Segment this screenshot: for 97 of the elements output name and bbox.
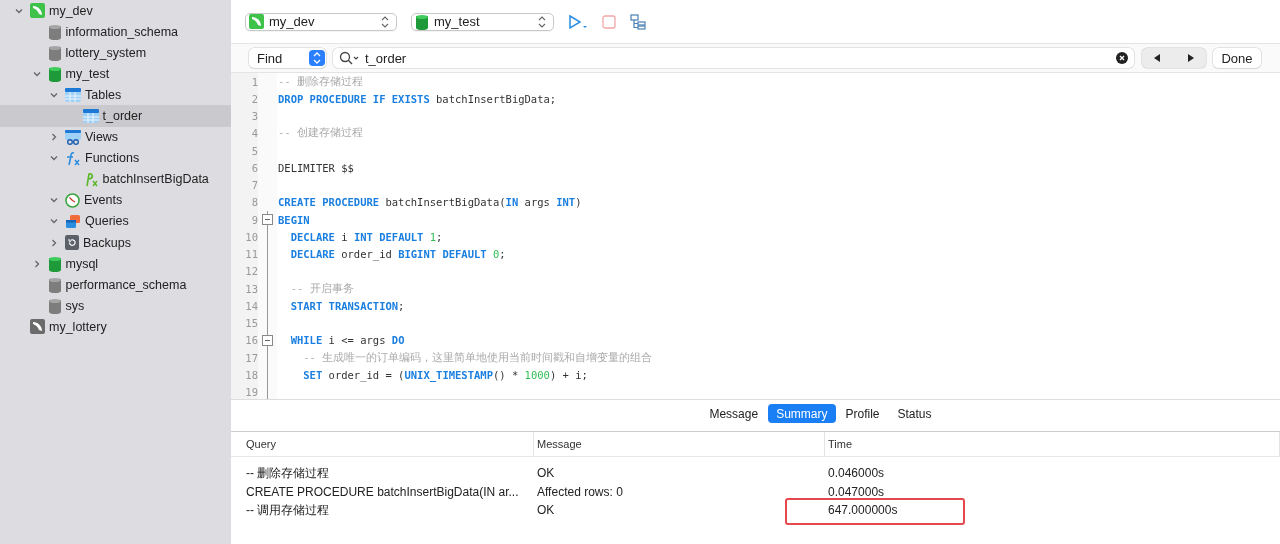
function-icon [65, 150, 81, 166]
chevron-right-icon[interactable] [50, 238, 58, 247]
diagram-icon[interactable] [630, 13, 646, 30]
table-cell-text: OK [536, 502, 556, 519]
tree-item-label[interactable]: batchInsertBigData [102, 172, 209, 187]
code-line: -- 生成唯一的订单编码，这里简单地使用当前时间戳和自增变量的组合 [302, 350, 653, 365]
find-mode-select[interactable]: Find [249, 48, 326, 68]
line-number: 10 [244, 229, 258, 245]
table-cell: 647.000000s [828, 503, 898, 517]
chevron-right-icon[interactable] [32, 259, 41, 268]
line-number: 9 [250, 212, 258, 228]
code-line: -- 开启事务 [289, 281, 354, 296]
code-line: START TRANSACTION; [289, 299, 405, 312]
table-cell: 0.047000s [828, 484, 885, 499]
clear-icon[interactable] [1116, 52, 1128, 64]
done-button[interactable]: Done [1213, 48, 1261, 68]
tree-item-label[interactable]: lottery_system [65, 45, 147, 60]
view-icon [65, 129, 81, 145]
line-number: 3 [250, 109, 258, 125]
tree-item-label[interactable]: performance_schema [65, 277, 187, 292]
clock-icon [65, 192, 80, 208]
code-line: DECLARE order_id BIGINT DEFAULT 0; [289, 248, 506, 261]
fold-icon[interactable] [262, 334, 273, 346]
table-cell-text: CREATE PROCEDURE batchInsertBigData(IN ar... [245, 483, 520, 501]
column-header: Message [534, 432, 825, 457]
chevron-down-icon[interactable] [50, 154, 58, 163]
tree-item-label[interactable]: Views [85, 130, 119, 145]
search-field[interactable]: t_order [333, 48, 1134, 68]
tree-item-label[interactable]: Backups [83, 235, 131, 250]
table-cell-text: OK [536, 465, 556, 482]
table-icon [82, 109, 99, 123]
tree-item-label[interactable]: Tables [85, 87, 122, 102]
line-number: 1 [250, 74, 258, 90]
chevron-down-icon[interactable] [32, 69, 41, 78]
search-icon[interactable] [339, 51, 359, 65]
database-select[interactable]: my_test [411, 12, 554, 31]
column-header: Time [825, 432, 1280, 457]
fold-icon[interactable] [262, 214, 273, 225]
code-line: WHILE i <= args DO [289, 334, 405, 347]
table-cell-text: -- 删除存储过程 [245, 465, 331, 482]
result-tab[interactable]: Message [701, 404, 767, 423]
column-header: Query [231, 432, 534, 457]
table-cell-text: -- 调用存储过程 [245, 502, 331, 519]
query-icon [65, 214, 81, 229]
line-number: 15 [244, 316, 258, 332]
code-line: -- 创建存储过程 [277, 126, 363, 141]
line-number: 17 [244, 350, 258, 366]
stepper-icon [537, 15, 547, 28]
tree-item-label[interactable]: t_order [102, 109, 143, 123]
result-tab[interactable]: Status [889, 404, 940, 423]
database-icon [415, 13, 429, 30]
line-number: 8 [250, 195, 258, 211]
line-number: 4 [250, 126, 258, 142]
code-line: DECLARE i INT DEFAULT 1; [289, 230, 443, 243]
code-line: -- 删除存储过程 [277, 74, 363, 89]
code-line: BEGIN [277, 213, 310, 226]
result-tab[interactable]: Summary [768, 404, 836, 423]
tree-item-label[interactable]: information_schema [65, 24, 179, 39]
tree-item-label[interactable]: my_lottery [49, 319, 107, 334]
chevron-down-icon[interactable] [50, 196, 58, 205]
connection-select[interactable]: my_dev [245, 12, 397, 31]
chevron-down-icon[interactable] [50, 90, 58, 99]
chevron-right-icon[interactable] [50, 133, 58, 142]
line-number: 13 [244, 281, 258, 297]
line-number: 6 [250, 160, 258, 176]
dolphin-icon [249, 14, 264, 29]
stop-icon[interactable] [602, 14, 616, 29]
backup-icon [65, 235, 79, 251]
tree-item-label[interactable]: Functions [85, 151, 140, 166]
tree-item-label[interactable]: my_test [65, 66, 110, 81]
code-line: CREATE PROCEDURE batchInsertBigData(IN args INT) [277, 196, 582, 209]
chevron-down-icon[interactable] [50, 217, 58, 226]
line-number: 2 [250, 91, 258, 107]
tree-item-label[interactable]: Events [84, 193, 123, 208]
stepper-icon [313, 52, 321, 64]
table-cell-text: Affected rows: 0 [536, 483, 624, 501]
line-number: 19 [244, 385, 258, 399]
stepper-icon [380, 15, 390, 28]
code-line: SET order_id = (UNIX_TIMESTAMP() * 1000) + i; [302, 368, 588, 381]
code-line: DELIMITER $$ [277, 161, 354, 174]
table-icon [65, 87, 81, 102]
run-icon[interactable] [568, 13, 588, 30]
result-tab[interactable]: Profile [837, 404, 888, 423]
tree-item-label[interactable]: mysql [65, 256, 99, 271]
line-number: 7 [250, 178, 258, 194]
line-number: 11 [244, 247, 258, 263]
line-number: 12 [244, 264, 258, 280]
code-line: DROP PROCEDURE IF EXISTS batchInsertBigData; [277, 92, 557, 105]
line-number: 18 [244, 367, 258, 383]
table-cell: 0.046000s [828, 466, 885, 480]
tree-item-label[interactable]: my_dev [49, 3, 93, 18]
chevron-down-icon[interactable] [15, 6, 23, 15]
tree-item-label[interactable]: sys [65, 298, 85, 313]
line-number: 5 [250, 143, 258, 159]
line-number: 14 [244, 298, 258, 314]
line-number: 16 [244, 333, 258, 349]
tree-item-label[interactable]: Queries [85, 214, 129, 229]
